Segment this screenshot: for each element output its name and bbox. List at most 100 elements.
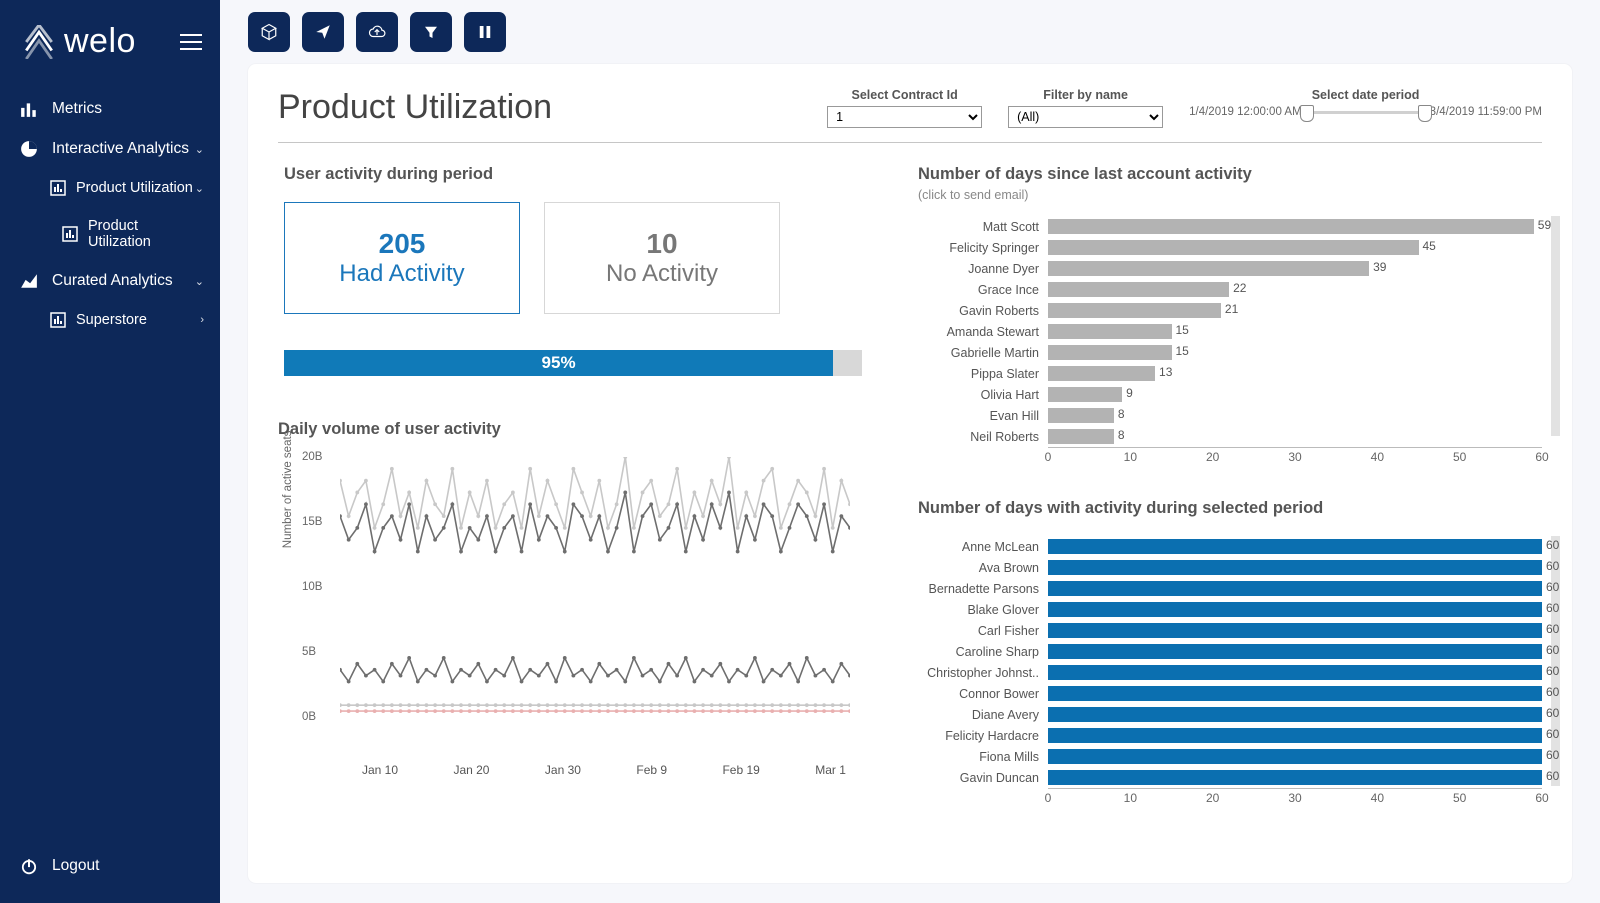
date-range-slider[interactable] <box>1306 111 1426 114</box>
hbar-row[interactable]: Felicity Springer 45 <box>918 237 1542 258</box>
hbar-name: Blake Glover <box>918 603 1048 617</box>
hbar-value: 45 <box>1423 239 1436 253</box>
brand-name: welo <box>64 22 136 61</box>
hbar-value: 8 <box>1118 407 1125 421</box>
hbar-row[interactable]: Blake Glover60 <box>918 599 1542 620</box>
toolbar-filter-button[interactable] <box>410 12 452 52</box>
brand-mark-icon <box>22 25 56 59</box>
hbar-row[interactable]: Gavin Duncan60 <box>918 767 1542 788</box>
hbar-row[interactable]: Pippa Slater 13 <box>918 363 1542 384</box>
hbar-row[interactable]: Caroline Sharp60 <box>918 641 1542 662</box>
nav-subitem-product-utilization[interactable]: Product Utilization ⌄ <box>0 169 220 207</box>
nav-label: Product Utilization <box>76 180 195 196</box>
menu-toggle-button[interactable] <box>180 34 202 50</box>
hbar-row[interactable]: Olivia Hart9 <box>918 384 1542 405</box>
hbar-row[interactable]: Anne McLean60 <box>918 536 1542 557</box>
hbar-value: 60 <box>1546 706 1559 720</box>
hbar-name: Pippa Slater <box>918 367 1048 381</box>
date-filter: Select date period 1/4/2019 12:00:00 AM … <box>1189 88 1542 118</box>
hbar-row[interactable]: Grace Ince22 <box>918 279 1542 300</box>
kpi-no-activity[interactable]: 10 No Activity <box>544 202 780 314</box>
with-activity-chart[interactable]: Anne McLean60Ava Brown60Bernadette Parso… <box>918 536 1542 806</box>
hbar-x-axis: 0102030405060 <box>1048 788 1542 806</box>
activity-progress-bar: 95% <box>284 350 862 376</box>
hbar-name: Felicity Hardacre <box>918 729 1048 743</box>
daily-volume-chart[interactable]: Number of active seats 20B15B10B5B0B Jan… <box>302 457 868 757</box>
hbar-name: Anne McLean <box>918 540 1048 554</box>
name-filter: Filter by name (All) <box>1008 88 1163 128</box>
hbar-name: Diane Avery <box>918 708 1048 722</box>
hbar-name: Bernadette Parsons <box>918 582 1048 596</box>
hbar-value: 15 <box>1176 323 1189 337</box>
chevron-down-icon: ⌄ <box>195 182 204 195</box>
name-select[interactable]: (All) <box>1008 106 1163 128</box>
hbar-value: 13 <box>1159 365 1172 379</box>
toolbar-upload-button[interactable] <box>356 12 398 52</box>
daily-volume-y-label: Number of active seats <box>282 431 294 549</box>
dashboard-icon <box>50 180 66 196</box>
hbar-name: Olivia Hart <box>918 388 1048 402</box>
contract-filter-label: Select Contract Id <box>851 88 957 102</box>
hbar-name: Grace Ince <box>918 283 1048 297</box>
nav-subitem-product-utilization-view[interactable]: Product Utilization <box>0 207 220 261</box>
hbar-name: Gabrielle Martin <box>918 346 1048 360</box>
hbar-value: 15 <box>1176 344 1189 358</box>
chart-scrollbar[interactable] <box>1551 216 1560 436</box>
since-activity-title: Number of days since last account activi… <box>918 165 1542 184</box>
chevron-right-icon: › <box>200 314 204 326</box>
hbar-row[interactable]: Felicity Hardacre60 <box>918 725 1542 746</box>
contract-select[interactable]: 1 <box>827 106 982 128</box>
hbar-row[interactable]: Evan Hill 8 <box>918 405 1542 426</box>
hbar-row[interactable]: Neil Roberts8 <box>918 426 1542 447</box>
toolbar-columns-button[interactable] <box>464 12 506 52</box>
hbar-value: 60 <box>1546 601 1559 615</box>
hbar-name: Connor Bower <box>918 687 1048 701</box>
user-activity-title: User activity during period <box>278 165 868 184</box>
filters: Select Contract Id 1 Filter by name (All… <box>827 88 1542 128</box>
hbar-row[interactable]: Gabrielle Martin 15 <box>918 342 1542 363</box>
kpi-had-activity[interactable]: 205 Had Activity <box>284 202 520 314</box>
columns-icon <box>476 23 494 41</box>
hbar-row[interactable]: Connor Bower60 <box>918 683 1542 704</box>
nav-item-metrics[interactable]: Metrics <box>0 89 220 129</box>
activity-progress-label: 95% <box>542 353 576 373</box>
with-activity-title: Number of days with activity during sele… <box>918 499 1542 518</box>
toolbar-send-button[interactable] <box>302 12 344 52</box>
hbar-row[interactable]: Gavin Roberts21 <box>918 300 1542 321</box>
hbar-name: Gavin Duncan <box>918 771 1048 785</box>
kpi-inactive-value: 10 <box>646 228 677 260</box>
nav-item-interactive-analytics[interactable]: Interactive Analytics ⌄ <box>0 129 220 169</box>
logout-button[interactable]: Logout <box>0 857 220 875</box>
hbar-value: 60 <box>1546 685 1559 699</box>
since-activity-chart[interactable]: Matt Scott59 Felicity Springer 45 Joanne Dy… <box>918 216 1542 465</box>
hbar-row[interactable]: Christopher Johnst..60 <box>918 662 1542 683</box>
hbar-name: Evan Hill <box>918 409 1048 423</box>
hbar-row[interactable]: Ava Brown60 <box>918 557 1542 578</box>
hbar-row[interactable]: Carl Fisher60 <box>918 620 1542 641</box>
hbar-row[interactable]: Joanne Dyer39 <box>918 258 1542 279</box>
hbar-row[interactable]: Amanda Stewart 15 <box>918 321 1542 342</box>
hbar-name: Amanda Stewart <box>918 325 1048 339</box>
hbar-row[interactable]: Diane Avery60 <box>918 704 1542 725</box>
nav-item-curated-analytics[interactable]: Curated Analytics ⌄ <box>0 261 220 301</box>
daily-volume-title: Daily volume of user activity <box>278 420 868 439</box>
hbar-value: 39 <box>1373 260 1386 274</box>
sidebar: welo Metrics Interactive Analytics ⌄ Pro… <box>0 0 220 903</box>
hbar-value: 60 <box>1546 643 1559 657</box>
hbar-value: 21 <box>1225 302 1238 316</box>
cloud-upload-icon <box>368 23 386 41</box>
hbar-name: Matt Scott <box>918 220 1048 234</box>
hbar-row[interactable]: Bernadette Parsons60 <box>918 578 1542 599</box>
toolbar-cube-button[interactable] <box>248 12 290 52</box>
nav-subitem-superstore[interactable]: Superstore › <box>0 301 220 339</box>
hbar-name: Fiona Mills <box>918 750 1048 764</box>
hbar-row[interactable]: Fiona Mills60 <box>918 746 1542 767</box>
hbar-name: Carl Fisher <box>918 624 1048 638</box>
cube-icon <box>260 23 278 41</box>
daily-volume-x-axis: Jan 10Jan 20Jan 30Feb 9Feb 19Mar 1 <box>340 763 868 777</box>
hbar-row[interactable]: Matt Scott59 <box>918 216 1542 237</box>
hbar-value: 60 <box>1546 769 1559 783</box>
hbar-name: Felicity Springer <box>918 241 1048 255</box>
area-chart-icon <box>20 272 38 290</box>
content-panel: Product Utilization Select Contract Id 1… <box>248 64 1572 883</box>
